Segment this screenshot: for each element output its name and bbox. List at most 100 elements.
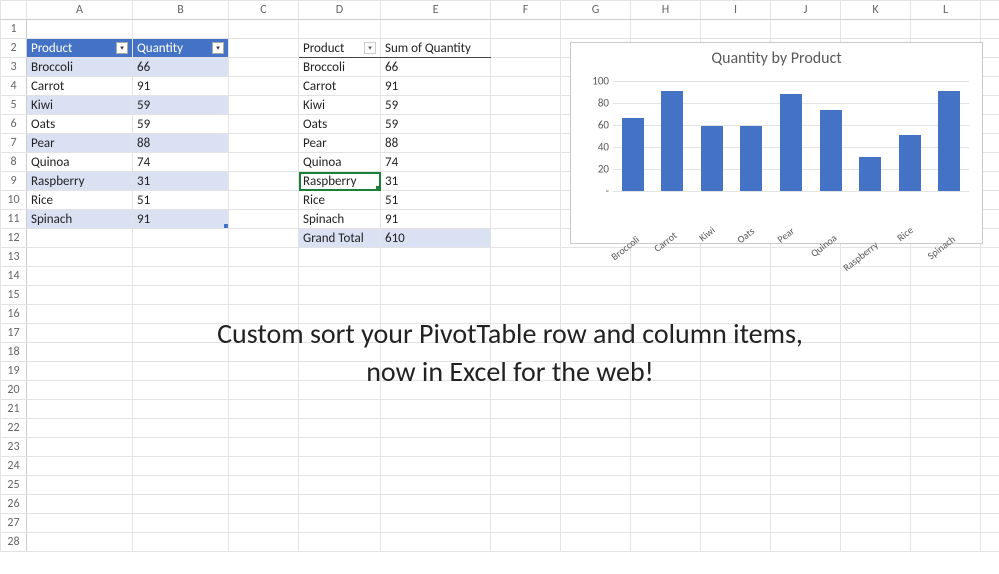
row-header-26[interactable]: 26: [1, 495, 27, 514]
table-filter-quantity[interactable]: ▾: [212, 42, 224, 54]
cell-M4[interactable]: [981, 77, 999, 96]
cell-J26[interactable]: [771, 495, 841, 514]
cell-M17[interactable]: [981, 324, 999, 343]
cell-L21[interactable]: [911, 400, 981, 419]
cell-M14[interactable]: [981, 267, 999, 286]
cell-E26[interactable]: [381, 495, 491, 514]
cell-F28[interactable]: [491, 533, 561, 552]
cell-L28[interactable]: [911, 533, 981, 552]
cell-H22[interactable]: [631, 419, 701, 438]
row-header-1[interactable]: 1: [1, 20, 27, 39]
cell-I15[interactable]: [701, 286, 771, 305]
cell-M23[interactable]: [981, 438, 999, 457]
table-row-product[interactable]: Quinoa: [27, 153, 133, 172]
cell-D7[interactable]: Pear: [299, 134, 381, 153]
column-header-B[interactable]: B: [133, 1, 229, 20]
cell-A21[interactable]: [27, 400, 133, 419]
cell-F24[interactable]: [491, 457, 561, 476]
row-header-23[interactable]: 23: [1, 438, 27, 457]
row-header-12[interactable]: 12: [1, 229, 27, 248]
cell-B26[interactable]: [133, 495, 229, 514]
cell-D25[interactable]: [299, 476, 381, 495]
cell-A14[interactable]: [27, 267, 133, 286]
row-header-10[interactable]: 10: [1, 191, 27, 210]
cell-M27[interactable]: [981, 514, 999, 533]
chart-quantity-by-product[interactable]: Quantity by Product -20406080100Broccoli…: [570, 42, 983, 244]
cell-J23[interactable]: [771, 438, 841, 457]
cell-G26[interactable]: [561, 495, 631, 514]
cell-I22[interactable]: [701, 419, 771, 438]
row-header-9[interactable]: 9: [1, 172, 27, 191]
cell-M3[interactable]: [981, 58, 999, 77]
cell-J21[interactable]: [771, 400, 841, 419]
column-header-L[interactable]: L: [911, 1, 981, 20]
cell-A24[interactable]: [27, 457, 133, 476]
cell-F4[interactable]: [491, 77, 561, 96]
cell-M10[interactable]: [981, 191, 999, 210]
row-header-8[interactable]: 8: [1, 153, 27, 172]
chart-bar[interactable]: [899, 135, 921, 191]
row-header-22[interactable]: 22: [1, 419, 27, 438]
cell-B21[interactable]: [133, 400, 229, 419]
cell-E7[interactable]: 88: [381, 134, 491, 153]
chart-bar[interactable]: [740, 126, 762, 191]
cell-B1[interactable]: [133, 20, 229, 39]
cell-B22[interactable]: [133, 419, 229, 438]
cell-C28[interactable]: [229, 533, 299, 552]
pivot-filter-product[interactable]: ▾: [364, 42, 376, 54]
row-header-19[interactable]: 19: [1, 362, 27, 381]
cell-F26[interactable]: [491, 495, 561, 514]
cell-L14[interactable]: [911, 267, 981, 286]
cell-C10[interactable]: [229, 191, 299, 210]
cell-H21[interactable]: [631, 400, 701, 419]
table-row-product[interactable]: Carrot: [27, 77, 133, 96]
cell-C1[interactable]: [229, 20, 299, 39]
table-row-qty[interactable]: 51: [133, 191, 229, 210]
cell-M16[interactable]: [981, 305, 999, 324]
column-header-D[interactable]: D: [299, 1, 381, 20]
cell-M19[interactable]: [981, 362, 999, 381]
cell-C24[interactable]: [229, 457, 299, 476]
cell-A16[interactable]: [27, 305, 133, 324]
cell-E25[interactable]: [381, 476, 491, 495]
cell-L22[interactable]: [911, 419, 981, 438]
cell-F10[interactable]: [491, 191, 561, 210]
cell-C13[interactable]: [229, 248, 299, 267]
row-header-6[interactable]: 6: [1, 115, 27, 134]
cell-H13[interactable]: [631, 248, 701, 267]
cell-A1[interactable]: [27, 20, 133, 39]
row-header-11[interactable]: 11: [1, 210, 27, 229]
row-header-17[interactable]: 17: [1, 324, 27, 343]
cell-C23[interactable]: [229, 438, 299, 457]
cell-G15[interactable]: [561, 286, 631, 305]
cell-M2[interactable]: [981, 39, 999, 58]
cell-I28[interactable]: [701, 533, 771, 552]
table-row-qty[interactable]: 66: [133, 58, 229, 77]
cell-E28[interactable]: [381, 533, 491, 552]
cell-K25[interactable]: [841, 476, 911, 495]
cell-K27[interactable]: [841, 514, 911, 533]
cell-L16[interactable]: [911, 305, 981, 324]
cell-B14[interactable]: [133, 267, 229, 286]
cell-M24[interactable]: [981, 457, 999, 476]
cell-D9[interactable]: Raspberry: [299, 172, 381, 191]
cell-E27[interactable]: [381, 514, 491, 533]
cell-D22[interactable]: [299, 419, 381, 438]
cell-D23[interactable]: [299, 438, 381, 457]
cell-A13[interactable]: [27, 248, 133, 267]
column-header-F[interactable]: F: [491, 1, 561, 20]
cell-K22[interactable]: [841, 419, 911, 438]
cell-D26[interactable]: [299, 495, 381, 514]
table-row-product[interactable]: Raspberry: [27, 172, 133, 191]
cell-B25[interactable]: [133, 476, 229, 495]
chart-bar[interactable]: [938, 91, 960, 191]
cell-C8[interactable]: [229, 153, 299, 172]
row-header-16[interactable]: 16: [1, 305, 27, 324]
cell-C27[interactable]: [229, 514, 299, 533]
cell-F9[interactable]: [491, 172, 561, 191]
row-header-15[interactable]: 15: [1, 286, 27, 305]
cell-L15[interactable]: [911, 286, 981, 305]
cell-G1[interactable]: [561, 20, 631, 39]
column-header-I[interactable]: I: [701, 1, 771, 20]
cell-C22[interactable]: [229, 419, 299, 438]
